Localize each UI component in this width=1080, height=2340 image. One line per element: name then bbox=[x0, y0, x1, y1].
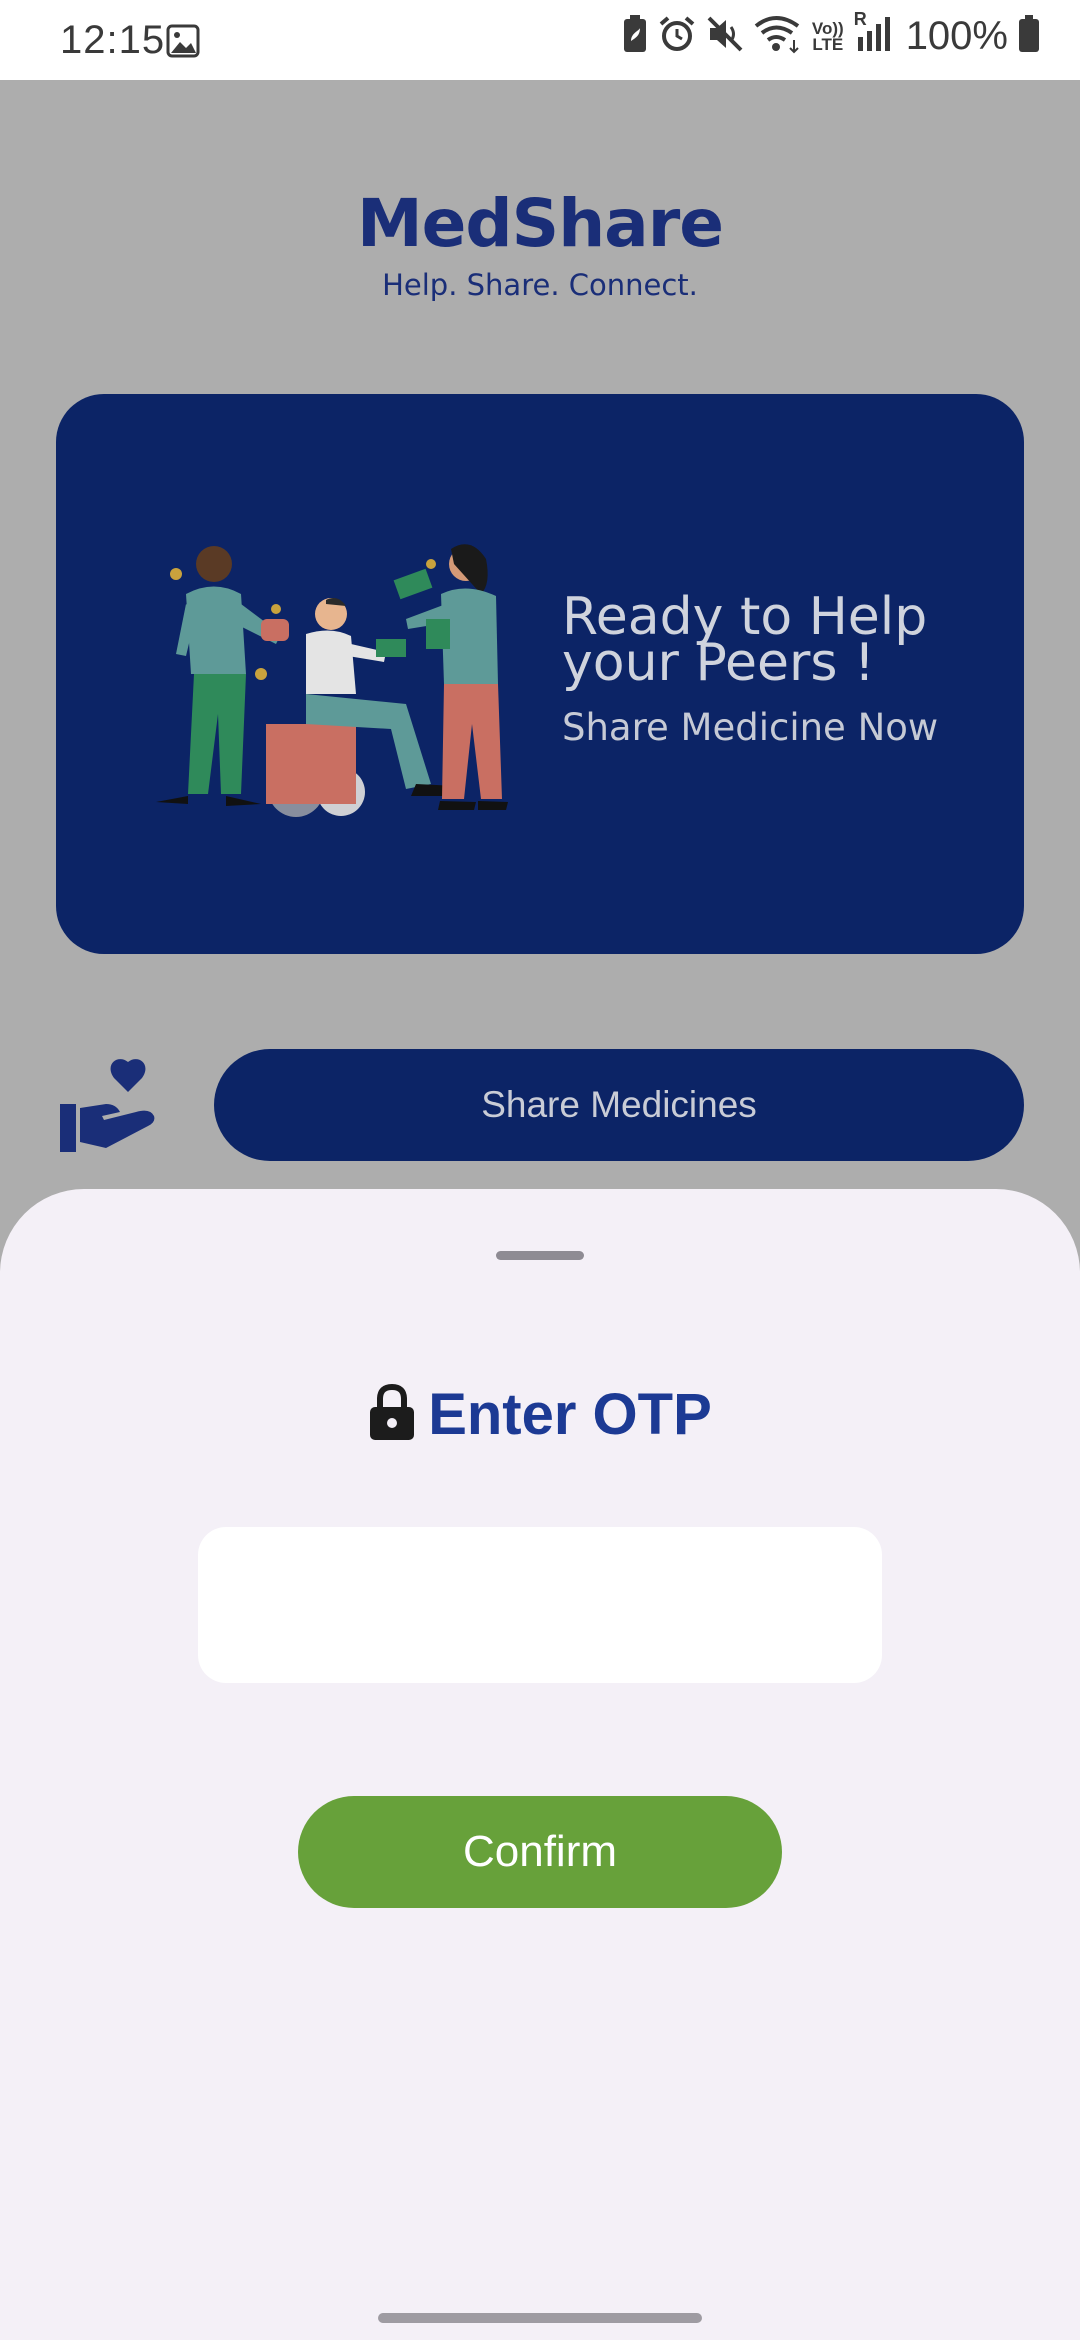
sheet-drag-handle[interactable] bbox=[496, 1251, 584, 1260]
banner-subheading: Share Medicine Now bbox=[562, 706, 939, 749]
roaming-label: R bbox=[853, 9, 867, 29]
battery-saver-icon bbox=[622, 14, 648, 59]
status-icons: Vo)) LTE R 100% bbox=[622, 9, 1040, 59]
image-icon bbox=[166, 24, 200, 63]
otp-title-row: Enter OTP bbox=[0, 1381, 1080, 1448]
battery-percentage: 100% bbox=[905, 14, 1008, 58]
wifi-icon bbox=[754, 14, 802, 59]
lock-icon bbox=[368, 1383, 416, 1446]
app-tagline: Help. Share. Connect. bbox=[382, 268, 698, 302]
otp-input[interactable] bbox=[198, 1527, 882, 1683]
people-sharing-illustration bbox=[146, 534, 526, 824]
banner-heading: Ready to Help your Peers ! bbox=[562, 587, 928, 693]
screen: 12:15 Vo)) LTE R 100% MedShare Help. Sha… bbox=[0, 0, 1080, 2340]
volte-icon: Vo)) LTE bbox=[812, 20, 844, 54]
mute-icon bbox=[706, 15, 744, 58]
volte-label-bottom: LTE bbox=[812, 34, 844, 54]
home-indicator[interactable] bbox=[378, 2313, 702, 2323]
hand-heart-icon bbox=[58, 1058, 162, 1159]
otp-title: Enter OTP bbox=[428, 1382, 712, 1447]
status-bar: 12:15 Vo)) LTE R 100% bbox=[0, 0, 1080, 80]
app-title: MedShare bbox=[356, 185, 724, 262]
promo-banner: Ready to Help your Peers ! Share Medicin… bbox=[56, 394, 1024, 954]
share-medicines-button[interactable]: Share Medicines bbox=[214, 1049, 1024, 1161]
confirm-button[interactable]: Confirm bbox=[298, 1796, 782, 1908]
otp-bottom-sheet: Enter OTP Confirm bbox=[0, 1189, 1080, 2340]
signal-icon: R bbox=[854, 9, 890, 58]
status-time: 12:15 bbox=[60, 18, 166, 62]
alarm-icon bbox=[658, 15, 696, 58]
battery-icon bbox=[1018, 15, 1040, 58]
